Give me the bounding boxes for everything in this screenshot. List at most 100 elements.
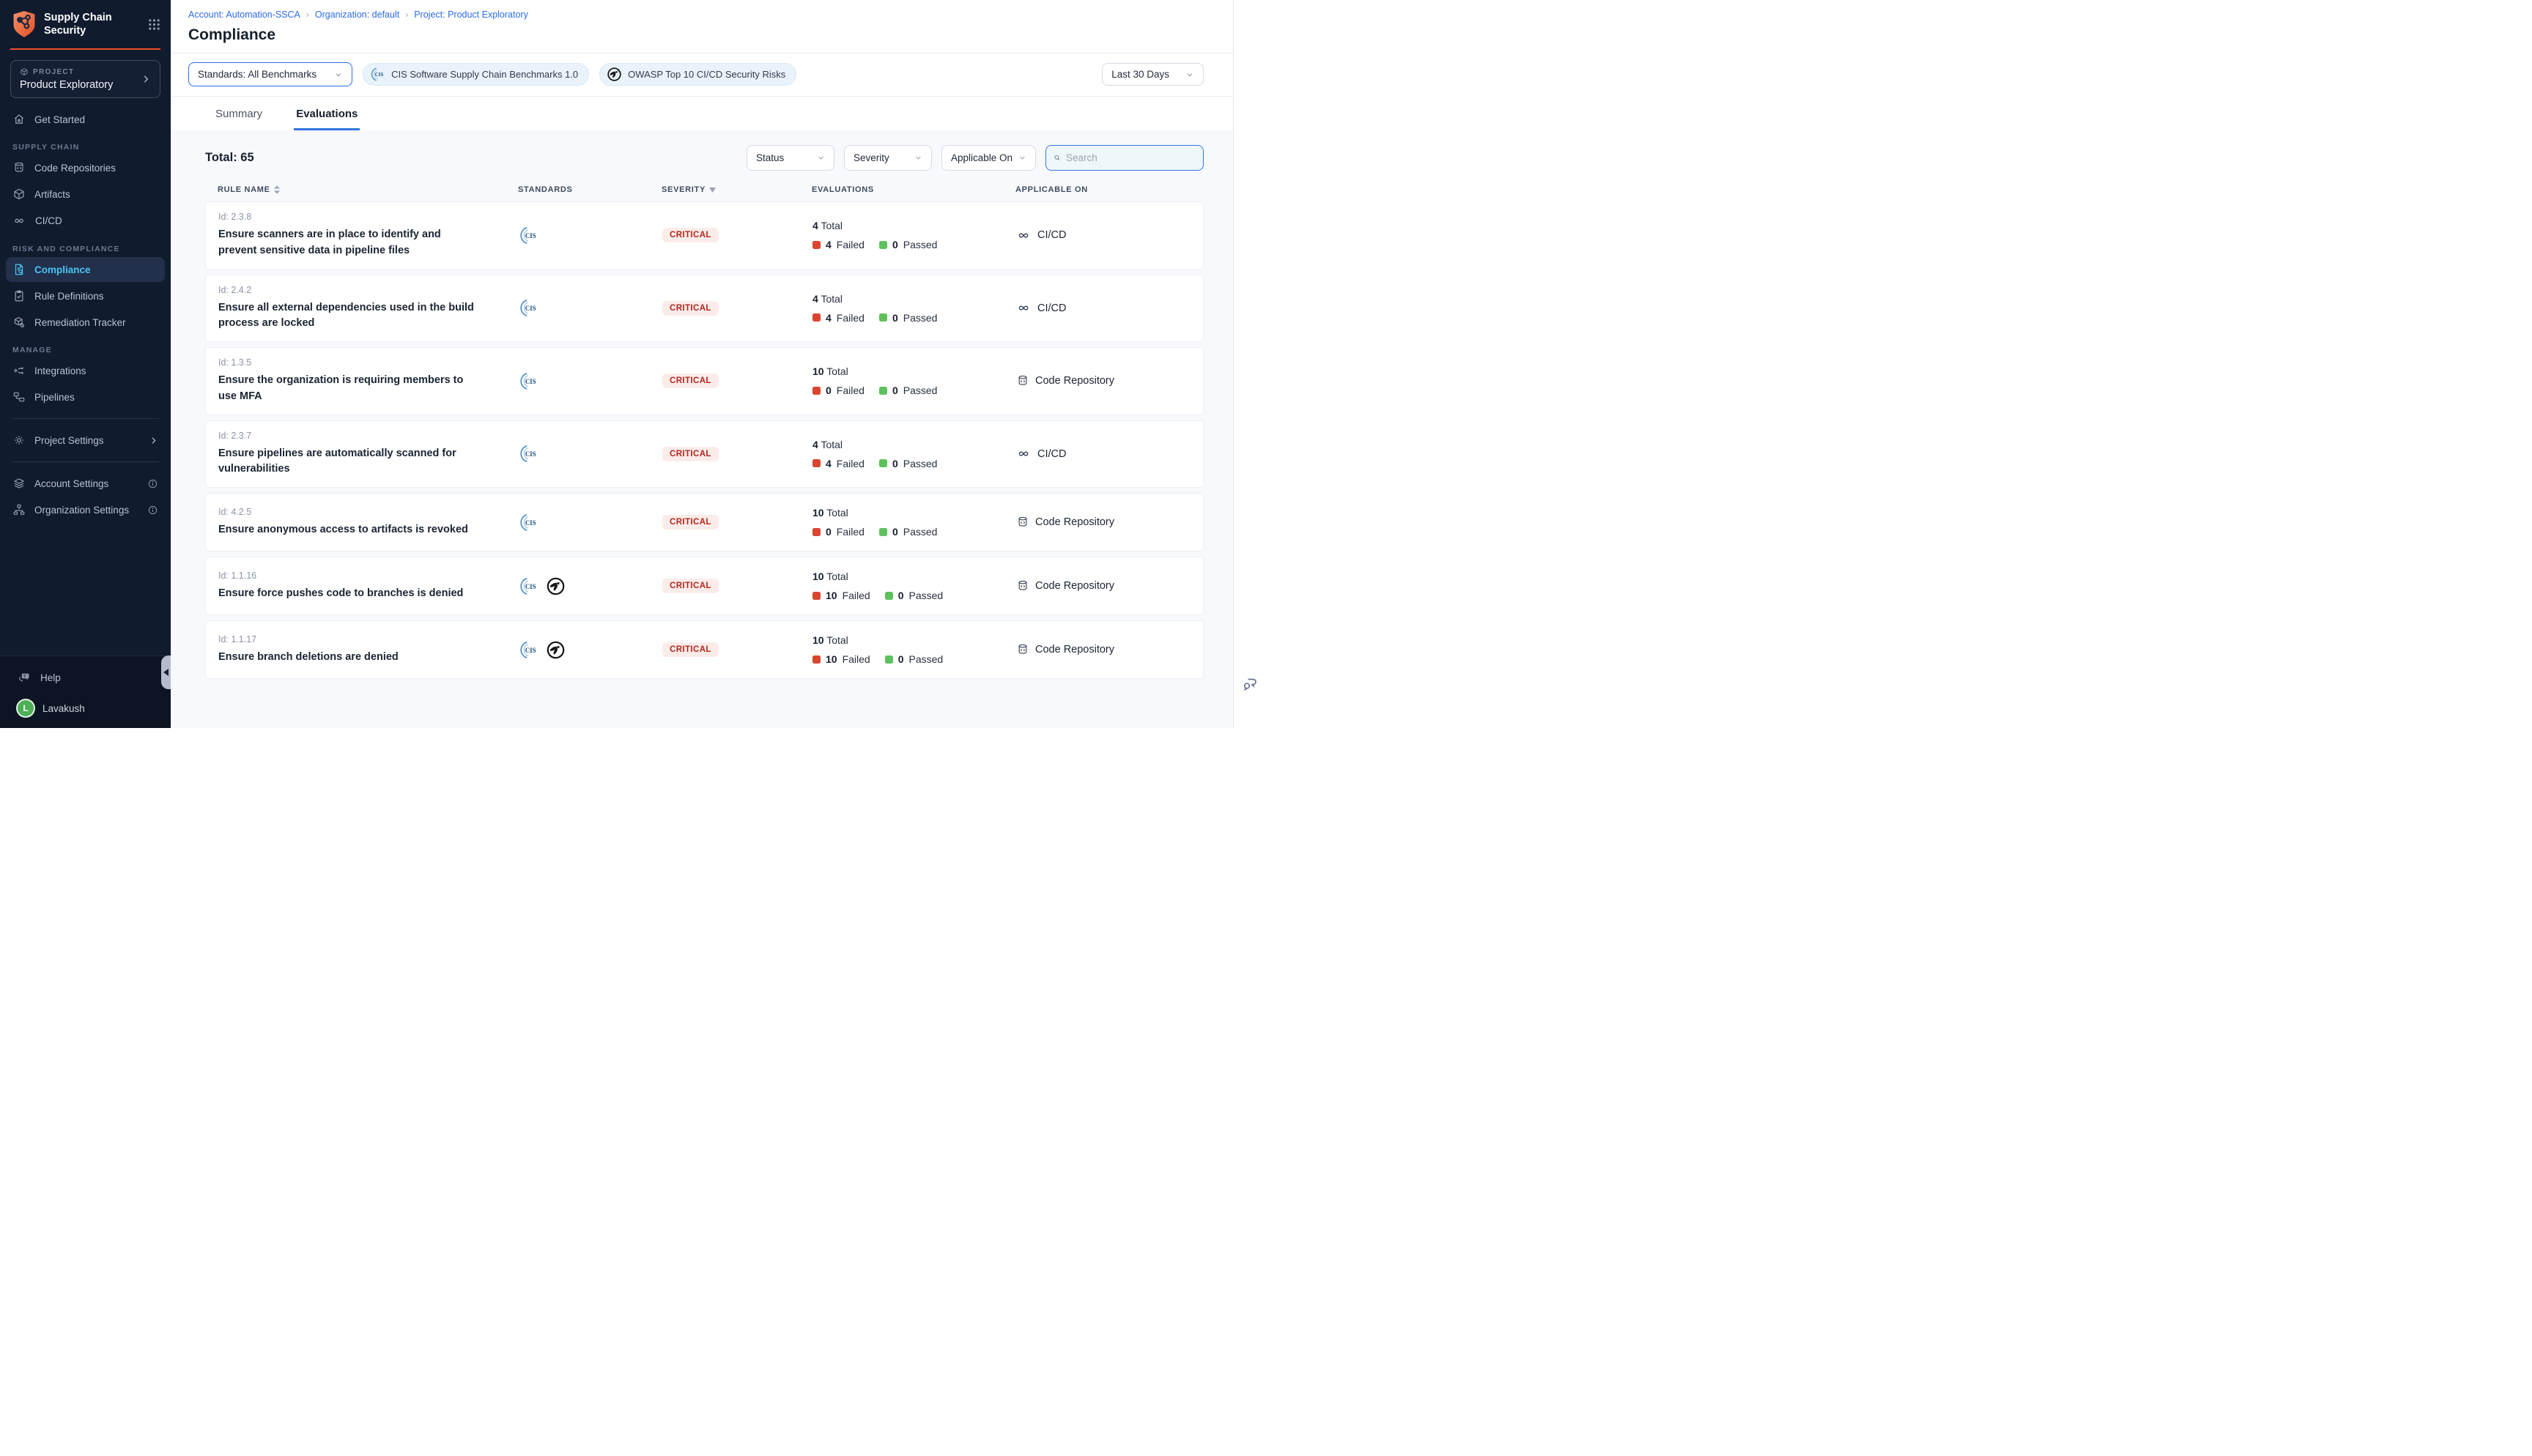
cis-benchmark-badge[interactable]: CIS CIS Software Supply Chain Benchmarks… (363, 63, 589, 86)
eval-passed-label: Passed (903, 239, 938, 250)
applicable-on-value: CI/CD (1037, 229, 1066, 241)
search-input[interactable] (1066, 152, 1196, 163)
breadcrumb-organization[interactable]: Organization: default (315, 10, 399, 20)
eval-passed-label: Passed (909, 653, 944, 665)
passed-marker-icon (885, 592, 893, 600)
sidebar-item-code-repositories[interactable]: Code Repositories (6, 155, 165, 180)
sidebar-item-rule-definitions[interactable]: Rule Definitions (6, 283, 165, 308)
tab-summary[interactable]: Summary (213, 97, 264, 130)
column-label: EVALUATIONS (812, 185, 874, 194)
sidebar-item-remediation-tracker[interactable]: Remediation Tracker (6, 310, 165, 335)
breadcrumb-separator: › (306, 10, 309, 20)
code-repository-icon (1016, 374, 1029, 387)
app-name: Supply Chain Security (44, 11, 141, 37)
table-row[interactable]: Id: 1.1.17Ensure branch deletions are de… (205, 620, 1204, 679)
standards-filter-bar: Standards: All Benchmarks CIS CIS Softwa… (171, 53, 1233, 97)
sidebar-item-integrations[interactable]: Integrations (6, 358, 165, 383)
applicable-on-value: Code Repository (1035, 644, 1114, 655)
eval-total-label: Total (826, 634, 848, 646)
column-severity[interactable]: SEVERITY (662, 185, 812, 194)
applicable-on-filter-label: Applicable On (951, 152, 1013, 163)
rule-name: Ensure the organization is requiring mem… (218, 373, 481, 405)
eval-failed: 4 Failed (812, 239, 865, 250)
eval-total: 10 Total (812, 365, 1016, 377)
search-icon (1054, 152, 1061, 163)
svg-text:CIS: CIS (375, 72, 384, 78)
sidebar-item-label: Artifacts (34, 189, 70, 200)
column-label: STANDARDS (518, 185, 573, 194)
sidebar-item-get-started[interactable]: Get Started (6, 107, 165, 132)
sort-icon[interactable] (274, 185, 280, 194)
sidebar-collapse-handle[interactable] (161, 655, 171, 689)
rule-id: Id: 4.2.5 (218, 507, 519, 517)
eval-failed-count: 0 (826, 385, 832, 396)
applicable-on-filter-dropdown[interactable]: Applicable On (941, 145, 1036, 171)
info-icon (147, 505, 158, 516)
date-range-dropdown[interactable]: Last 30 Days (1102, 63, 1204, 86)
sidebar-item-pipelines[interactable]: Pipelines (6, 385, 165, 409)
user-menu[interactable]: L Lavakush (12, 697, 159, 719)
sidebar-item-organization-settings[interactable]: Organization Settings (6, 497, 165, 522)
cicd-icon (1016, 446, 1032, 461)
passed-marker-icon (879, 387, 887, 395)
support-chat-icon[interactable] (1241, 675, 1259, 693)
column-rule-name[interactable]: RULE NAME (218, 185, 518, 194)
eval-total-label: Total (821, 220, 843, 231)
table-row[interactable]: Id: 2.3.8Ensure scanners are in place to… (205, 201, 1204, 270)
infinity-icon (12, 214, 26, 228)
eval-passed-count: 0 (892, 458, 898, 469)
failed-marker-icon (812, 313, 821, 322)
sidebar-item-project-settings[interactable]: Project Settings (6, 428, 165, 453)
svg-text:?: ? (23, 675, 26, 679)
severity-filter-dropdown[interactable]: Severity (844, 145, 932, 171)
passed-marker-icon (885, 655, 893, 664)
sidebar-item-account-settings[interactable]: Account Settings (6, 471, 165, 496)
table-row[interactable]: Id: 1.1.16Ensure force pushes code to br… (205, 557, 1204, 615)
eval-passed-label: Passed (909, 590, 944, 601)
owasp-standard-icon (546, 640, 566, 660)
rule-id: Id: 2.4.2 (218, 285, 519, 295)
standards-dropdown[interactable]: Standards: All Benchmarks (188, 62, 352, 86)
severity-filter-label: Severity (854, 152, 889, 163)
eval-total-label: Total (821, 439, 843, 450)
eval-failed-count: 4 (826, 312, 832, 324)
cis-standard-icon: CIS (519, 226, 538, 245)
table-row[interactable]: Id: 2.3.7 Ensure pipelines are automatica… (205, 420, 1204, 489)
failed-marker-icon (812, 387, 821, 395)
owasp-badge[interactable]: OWASP Top 10 CI/CD Security Risks (599, 63, 796, 86)
table-row[interactable]: Id: 1.3.5Ensure the organization is requ… (205, 347, 1204, 415)
project-selector[interactable]: PROJECT Product Exploratory (10, 60, 160, 98)
eval-passed-label: Passed (903, 458, 938, 469)
eval-failed-count: 4 (826, 458, 832, 469)
project-cube-icon (20, 67, 29, 76)
eval-passed-count: 0 (892, 312, 898, 324)
passed-marker-icon (879, 528, 887, 536)
failed-marker-icon (812, 241, 821, 249)
table-row[interactable]: Id: 2.4.2Ensure all external dependencie… (205, 275, 1204, 343)
eval-passed: 0 Passed (885, 590, 944, 601)
page-header: Account: Automation-SSCA › Organization:… (171, 0, 1233, 53)
rule-name: Ensure pipelines are automatically scann… (218, 446, 481, 478)
eval-failed-count: 10 (826, 653, 837, 665)
eval-total: 10 Total (812, 634, 1016, 646)
sidebar-item-help[interactable]: ? Help (12, 666, 159, 688)
apps-grid-icon[interactable] (148, 18, 160, 31)
page-title: Compliance (188, 26, 1204, 44)
eval-passed: 0 Passed (879, 385, 938, 396)
chevron-down-icon (914, 154, 922, 162)
svg-text:CIS: CIS (525, 378, 536, 385)
sidebar-item-cicd[interactable]: CI/CD (6, 208, 165, 234)
tab-evaluations[interactable]: Evaluations (294, 97, 360, 130)
user-name: Lavakush (42, 703, 85, 714)
table-toolbar: Total: 65 Status Severity Applicable On (205, 145, 1204, 171)
status-filter-dropdown[interactable]: Status (747, 145, 834, 171)
table-row[interactable]: Id: 4.2.5Ensure anonymous access to arti… (205, 493, 1204, 551)
breadcrumb-project[interactable]: Project: Product Exploratory (414, 10, 528, 20)
sidebar-item-artifacts[interactable]: Artifacts (6, 182, 165, 207)
remediation-cube-wrench-icon (12, 316, 26, 329)
breadcrumb-account[interactable]: Account: Automation-SSCA (188, 10, 300, 20)
sidebar-item-compliance[interactable]: Compliance (6, 257, 165, 282)
sort-desc-icon[interactable] (709, 187, 716, 193)
column-evaluations: EVALUATIONS (812, 185, 1015, 194)
rule-id: Id: 2.3.7 (218, 431, 519, 441)
